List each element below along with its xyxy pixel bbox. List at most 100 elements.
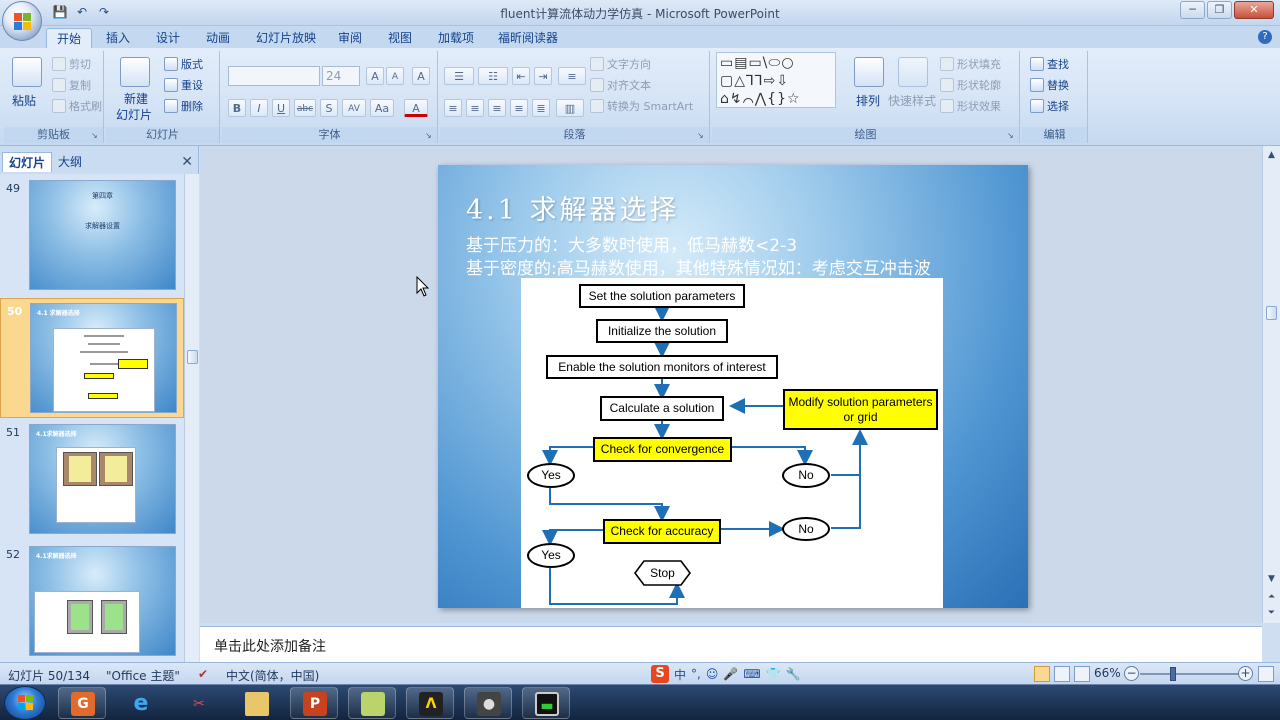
strikethrough-button[interactable]: abc [294,99,316,117]
smartart-button[interactable]: 转换为 SmartArt [590,99,693,115]
grow-font-button[interactable]: A [366,67,384,85]
shape-fill-button[interactable]: 形状填充 [940,57,1001,73]
tab-slideshow[interactable]: 幻灯片放映 [246,28,326,48]
italic-button[interactable]: I [250,99,268,117]
tab-view[interactable]: 视图 [378,28,422,48]
shadow-button[interactable]: S [320,99,338,117]
reset-button[interactable]: 重设 [164,78,203,94]
ime-mode[interactable]: 中 [674,666,686,683]
tab-home[interactable]: 开始 [46,28,93,48]
character-spacing-button[interactable]: AV [342,99,366,117]
microphone-icon[interactable]: 🎤 [723,667,738,681]
flowchart-image[interactable]: Set the solution parameters Initialize t… [521,278,943,608]
zoom-out-icon[interactable]: − [1124,666,1139,681]
restore-button[interactable]: ❐ [1207,1,1232,19]
emoji-icon[interactable]: ☺ [706,667,719,681]
decrease-indent-button[interactable]: ⇤ [512,67,530,85]
taskbar-pdf-app[interactable]: G [58,687,106,719]
taskbar-tool-app[interactable]: ✂ [174,687,222,719]
taskbar-sticky-app[interactable] [348,687,396,719]
delete-button[interactable]: 删除 [164,99,203,115]
tools-icon[interactable]: 🔧 [786,667,801,681]
format-painter-button[interactable]: 格式刷 [52,99,102,115]
tab-insert[interactable]: 插入 [96,28,140,48]
shape-effects-button[interactable]: 形状效果 [940,99,1001,115]
quick-styles-button[interactable]: 快速样式 [888,93,936,109]
slide-title[interactable]: 4.1 求解器选择 [466,188,680,227]
increase-indent-button[interactable]: ⇥ [534,67,552,85]
taskbar-camera-app[interactable]: ● [464,687,512,719]
skin-icon[interactable]: 👕 [766,667,781,681]
notes-pane[interactable]: 单击此处添加备注 [200,626,1262,662]
layout-button[interactable]: 版式 [164,57,203,73]
copy-button[interactable]: 复制 [52,78,91,94]
tab-slides[interactable]: 幻灯片 [2,152,53,172]
office-button[interactable] [2,1,42,41]
scroll-thumb[interactable] [1266,306,1277,320]
current-slide[interactable]: 4.1 求解器选择 基于压力的：大多数时使用，低马赫数<2-3 基于密度的:高马… [438,165,1028,608]
clear-format-button[interactable]: A [412,67,430,85]
distributed-button[interactable]: ≣ [532,99,550,117]
slide-text-line-2[interactable]: 基于密度的:高马赫数使用，其他特殊情况如：考虑交互冲击波 [466,254,931,279]
font-name-select[interactable] [228,66,320,86]
tab-outline[interactable]: 大纲 [52,152,88,172]
sogou-logo-icon[interactable]: S [651,665,669,683]
tab-addins[interactable]: 加载项 [428,28,484,48]
paste-button[interactable]: 粘贴 [12,93,36,109]
zoom-in-icon[interactable]: + [1238,666,1253,681]
find-button[interactable]: 查找 [1030,57,1069,73]
zoom-level[interactable]: 66% [1094,666,1121,680]
normal-view-button[interactable] [1034,666,1050,682]
start-button[interactable] [4,686,46,720]
font-color-button[interactable]: A [404,99,428,117]
new-slide-button[interactable]: 新建 [124,91,148,107]
close-button[interactable]: ✕ [1234,1,1274,19]
keyboard-icon[interactable]: ⌨ [743,667,760,681]
slide-thumbnail-selected[interactable]: 50 4.1 求解器选择 [0,298,184,418]
align-center-button[interactable]: ≡ [466,99,484,117]
shrink-font-button[interactable]: A [386,67,404,85]
dialog-launcher-icon[interactable]: ↘ [697,131,706,140]
bullets-button[interactable]: ☰ [444,67,474,85]
dialog-launcher-icon[interactable]: ↘ [1007,131,1016,140]
font-size-select[interactable]: 24 [322,66,360,86]
minimize-button[interactable]: ─ [1180,1,1205,19]
replace-button[interactable]: 替换 [1030,78,1069,94]
align-left-button[interactable]: ≡ [444,99,462,117]
zoom-slider[interactable] [1140,673,1240,675]
dialog-launcher-icon[interactable]: ↘ [425,131,434,140]
taskbar-monitor-app[interactable]: ▬ [522,687,570,719]
slide-text-line-1[interactable]: 基于压力的：大多数时使用，低马赫数<2-3 [466,231,797,256]
slide-scrollbar[interactable]: ▲ ▼ ⏶ ⏷ [1262,146,1280,623]
language-indicator[interactable]: 中文(简体，中国) [226,667,319,684]
slideshow-button[interactable] [1074,666,1090,682]
taskbar-internet-explorer[interactable]: e [116,687,164,719]
thumbnail-scrollbar[interactable] [184,174,199,664]
help-icon[interactable]: ? [1258,30,1272,44]
cut-button[interactable]: 剪切 [52,57,91,73]
align-right-button[interactable]: ≡ [488,99,506,117]
arrange-button[interactable]: 排列 [856,93,880,109]
change-case-button[interactable]: Aa [370,99,394,117]
new-slide-label-2[interactable]: 幻灯片 [116,107,152,123]
numbering-button[interactable]: ☷ [478,67,508,85]
slide-thumbnail[interactable]: 51 4.1求解器选择 [0,420,184,540]
previous-slide-icon[interactable]: ⏶ [1264,590,1279,604]
scroll-thumb[interactable] [187,350,198,364]
slide-thumbnail[interactable]: 52 4.1求解器选择 [0,542,184,662]
shapes-gallery[interactable]: ▭▤▭\⬭○ ▢△⅂⅂⇨⇩ ⌂↯⌒⋀{}☆ [716,52,836,108]
close-icon[interactable]: ✕ [181,154,193,170]
select-button[interactable]: 选择 [1030,99,1069,115]
tab-foxit-reader[interactable]: 福昕阅读器 [488,28,568,48]
underline-button[interactable]: U [272,99,290,117]
scroll-up-icon[interactable]: ▲ [1264,148,1279,162]
notes-placeholder[interactable]: 单击此处添加备注 [214,636,326,656]
taskbar-media-app[interactable]: Λ [406,687,454,719]
fit-to-window-button[interactable] [1258,666,1274,682]
tab-animations[interactable]: 动画 [196,28,240,48]
slide-thumbnail[interactable]: 49 第四章 求解器设置 [0,176,184,296]
tab-design[interactable]: 设计 [146,28,190,48]
spellcheck-icon[interactable]: ✔ [198,667,208,681]
next-slide-icon[interactable]: ⏷ [1264,606,1279,620]
punctuation-icon[interactable]: °, [691,667,701,681]
